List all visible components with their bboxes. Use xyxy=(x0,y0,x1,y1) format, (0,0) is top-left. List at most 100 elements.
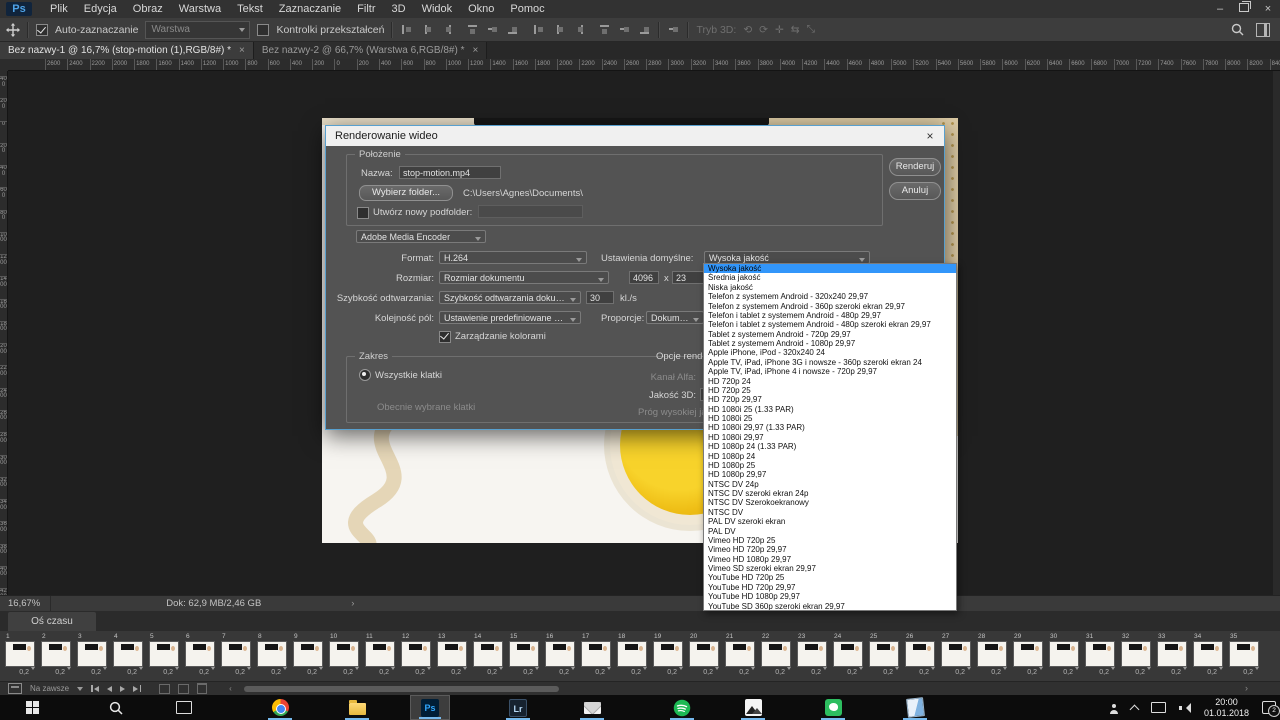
frame-duration[interactable]: 0,2 xyxy=(1085,667,1117,678)
tween-button[interactable] xyxy=(159,684,170,694)
preset-option[interactable]: NTSC DV 24p xyxy=(704,480,956,489)
frame-duration[interactable]: 0,2 xyxy=(401,667,433,678)
timeline-tab[interactable]: Oś czasu xyxy=(8,612,96,631)
frame-duration[interactable]: 0,2 xyxy=(797,667,829,678)
preset-option[interactable]: Telefon i tablet z systemem Android - 48… xyxy=(704,311,956,320)
menu-item[interactable]: Obraz xyxy=(125,0,171,18)
volume-icon[interactable] xyxy=(1179,703,1191,713)
canvas-scrollbar[interactable] xyxy=(1273,71,1280,595)
frame-thumbnail[interactable] xyxy=(509,641,539,667)
frame-thumbnail[interactable] xyxy=(1229,641,1259,667)
first-frame-button[interactable] xyxy=(91,685,99,692)
render-button[interactable]: Renderuj xyxy=(889,158,941,176)
cancel-button[interactable]: Anuluj xyxy=(889,182,941,200)
frame-duration[interactable]: 0,2 xyxy=(761,667,793,678)
frame-thumbnail[interactable] xyxy=(221,641,251,667)
preset-option[interactable]: HD 720p 29,97 xyxy=(704,395,956,404)
distribute-center-icon[interactable] xyxy=(552,23,565,36)
animation-frame[interactable]: 7 0,2 xyxy=(221,633,253,681)
preset-option[interactable]: Tablet z systemem Android - 720p 29,97 xyxy=(704,330,956,339)
preset-option[interactable]: Vimeo HD 1080p 29,97 xyxy=(704,555,956,564)
animation-frame[interactable]: 18 0,2 xyxy=(617,633,649,681)
frame-duration[interactable]: 0,2 xyxy=(1229,667,1261,678)
frame-thumbnail[interactable] xyxy=(833,641,863,667)
preset-option[interactable]: HD 1080p 25 xyxy=(704,461,956,470)
frame-duration[interactable]: 0,2 xyxy=(149,667,181,678)
preset-option[interactable]: HD 1080p 24 xyxy=(704,452,956,461)
taskbar-evernote[interactable] xyxy=(813,695,853,720)
frame-duration[interactable]: 0,2 xyxy=(473,667,505,678)
timeline-scrollbar[interactable] xyxy=(244,686,559,692)
preset-option[interactable]: Telefon i tablet z systemem Android - 48… xyxy=(704,320,956,329)
align-top-icon[interactable] xyxy=(466,23,479,36)
align-right-icon[interactable] xyxy=(440,23,453,36)
frame-duration[interactable]: 0,2 xyxy=(725,667,757,678)
timeline-scroll-right[interactable]: › xyxy=(1245,683,1248,693)
animation-frame[interactable]: 6 0,2 xyxy=(185,633,217,681)
frame-thumbnail[interactable] xyxy=(1013,641,1043,667)
clock[interactable]: 20:00 01.01.2018 xyxy=(1204,697,1249,719)
menu-item[interactable]: Widok xyxy=(414,0,461,18)
animation-frame[interactable]: 19 0,2 xyxy=(653,633,685,681)
zoom-level-field[interactable]: 16,67% xyxy=(0,596,51,611)
tray-expand-icon[interactable] xyxy=(1130,704,1140,714)
frame-rate-field[interactable]: 30 xyxy=(586,291,614,304)
animation-frame[interactable]: 32 0,2 xyxy=(1121,633,1153,681)
animation-frame[interactable]: 8 0,2 xyxy=(257,633,289,681)
taskbar-file-explorer[interactable] xyxy=(337,695,377,720)
encoder-select[interactable]: Adobe Media Encoder xyxy=(356,230,486,243)
animation-frame[interactable]: 1 0,2 xyxy=(5,633,37,681)
preset-option[interactable]: HD 720p 25 xyxy=(704,386,956,395)
animation-frame[interactable]: 15 0,2 xyxy=(509,633,541,681)
preset-option[interactable]: HD 1080p 29,97 xyxy=(704,470,956,479)
preset-option[interactable]: Vimeo SD szeroki ekran 29,97 xyxy=(704,564,956,573)
menu-item[interactable]: Filtr xyxy=(349,0,383,18)
frame-thumbnail[interactable] xyxy=(473,641,503,667)
play-button[interactable] xyxy=(120,686,125,692)
taskbar-chrome[interactable] xyxy=(260,695,300,720)
preset-option[interactable]: Apple iPhone, iPod - 320x240 24 xyxy=(704,348,956,357)
menu-item[interactable]: Edycja xyxy=(76,0,125,18)
preset-option[interactable]: PAL DV xyxy=(704,527,956,536)
search-icon[interactable] xyxy=(1231,23,1244,36)
frame-duration[interactable]: 0,2 xyxy=(1193,667,1225,678)
frame-thumbnail[interactable] xyxy=(5,641,35,667)
start-button[interactable] xyxy=(12,695,52,720)
frame-duration[interactable]: 0,2 xyxy=(185,667,217,678)
frame-duration[interactable]: 0,2 xyxy=(689,667,721,678)
frame-duration[interactable]: 0,2 xyxy=(1049,667,1081,678)
frame-thumbnail[interactable] xyxy=(617,641,647,667)
convert-to-video-timeline-icon[interactable] xyxy=(8,683,22,694)
frame-duration[interactable]: 0,2 xyxy=(5,667,37,678)
preset-option[interactable]: YouTube HD 720p 25 xyxy=(704,573,956,582)
menu-item[interactable]: Tekst xyxy=(229,0,271,18)
frame-duration[interactable]: 0,2 xyxy=(77,667,109,678)
frame-thumbnail[interactable] xyxy=(1121,641,1151,667)
frame-duration[interactable]: 0,2 xyxy=(41,667,73,678)
distribute-bottom-icon[interactable] xyxy=(638,23,651,36)
menu-item[interactable]: Pomoc xyxy=(502,0,552,18)
preset-option[interactable]: HD 1080i 29,97 (1.33 PAR) xyxy=(704,423,956,432)
delete-frame-button[interactable] xyxy=(197,683,207,694)
frame-duration[interactable]: 0,2 xyxy=(1157,667,1189,678)
frame-thumbnail[interactable] xyxy=(689,641,719,667)
duplicate-frame-button[interactable] xyxy=(178,684,189,694)
display-icon[interactable] xyxy=(1151,702,1166,713)
preset-option[interactable]: HD 1080p 24 (1.33 PAR) xyxy=(704,442,956,451)
frame-thumbnail[interactable] xyxy=(149,641,179,667)
preset-option[interactable]: NTSC DV Szerokoekranowy xyxy=(704,498,956,507)
frame-thumbnail[interactable] xyxy=(905,641,935,667)
field-order-select[interactable]: Ustawienie predefiniowane (progresyw... xyxy=(439,311,581,324)
taskbar-mail[interactable] xyxy=(572,695,612,720)
frame-thumbnail[interactable] xyxy=(1193,641,1223,667)
move-tool-icon[interactable] xyxy=(6,23,20,37)
preset-option[interactable]: Wysoka jakość xyxy=(704,264,956,273)
animation-frame[interactable]: 9 0,2 xyxy=(293,633,325,681)
frame-duration[interactable]: 0,2 xyxy=(941,667,973,678)
animation-frame[interactable]: 35 0,2 xyxy=(1229,633,1261,681)
preset-option[interactable]: Apple TV, iPad, iPhone 3G i nowsze - 360… xyxy=(704,358,956,367)
menu-item[interactable]: Zaznaczanie xyxy=(271,0,349,18)
create-subfolder-checkbox[interactable] xyxy=(357,207,369,219)
status-options-chevron[interactable]: › xyxy=(261,598,354,609)
frame-duration[interactable]: 0,2 xyxy=(113,667,145,678)
